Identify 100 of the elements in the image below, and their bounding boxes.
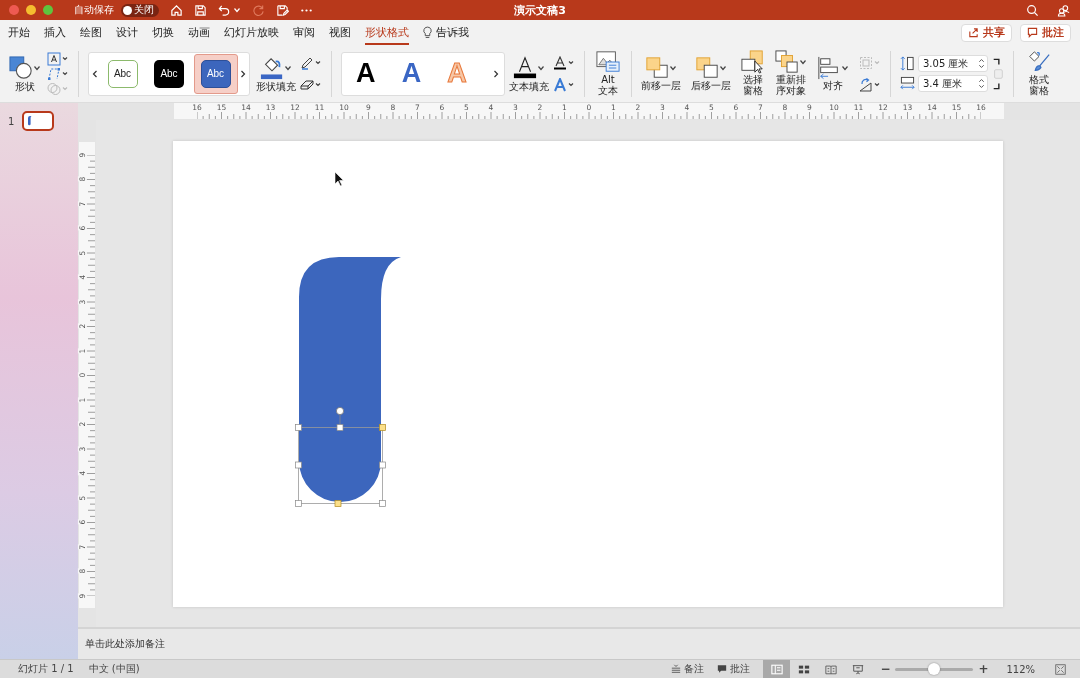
caret-icon [841,63,849,72]
width-field[interactable]: 3.4 厘米 [918,75,988,92]
presentation-icon [851,663,864,675]
ribbon-tab[interactable]: 开始 [8,20,30,45]
comments-button[interactable]: 批注 [1020,23,1071,42]
wordart-style[interactable]: A [401,58,422,89]
pen-icon[interactable] [300,55,322,70]
comment-icon [1027,27,1038,38]
ribbon-tab[interactable]: 切换 [152,20,174,45]
style-swatch: Abc [107,59,138,88]
style-swatch: Abc [200,59,231,88]
share-icon [968,27,979,38]
slide-number: 1 [8,115,15,127]
alt-text-button[interactable]: Alt 文本 [596,50,620,97]
zoom-slider-thumb[interactable] [928,662,941,675]
redo-icon [252,3,265,17]
home-icon[interactable] [170,3,183,17]
arrange-button[interactable]: 对齐 [817,55,849,92]
caret-icon [284,63,292,72]
zoom-button[interactable] [43,5,53,15]
lightbulb-icon [423,26,432,39]
ribbon-tab[interactable]: 动画 [188,20,210,45]
ribbon-tab[interactable]: 插入 [44,20,66,45]
scroll-right-icon[interactable] [492,68,499,79]
people-icon[interactable] [1057,3,1070,17]
shapes-icon [9,55,33,80]
spinner-icon[interactable] [978,57,985,70]
language-label[interactable]: 中文 (中国) [73,662,140,676]
caret-icon[interactable] [233,6,241,14]
reorder-objects-icon [775,50,799,75]
save-icon[interactable] [194,3,207,17]
caret-icon [719,63,727,72]
align-icon [817,55,841,80]
slide-thumbnail[interactable] [22,111,55,131]
rotate-icon[interactable] [859,77,881,92]
style-option[interactable]: Abc [100,53,145,94]
arrange-button[interactable]: 重新排 序对象 [775,50,807,97]
text-effects-icon[interactable] [553,77,575,92]
fit-to-window-icon[interactable] [1055,663,1066,675]
shapes-button[interactable]: 形状 [9,55,41,92]
rounded-shape[interactable] [299,256,401,502]
wordart-style[interactable]: A [356,58,376,89]
format-pane-button[interactable]: 格式 窗格 [1027,50,1051,97]
autosave-toggle[interactable]: 关闭 [121,3,159,17]
notes-pane[interactable]: 单击此处添加备注 [78,627,1080,659]
ribbon-tab[interactable]: 设计 [116,20,138,45]
image-icon [596,50,620,75]
height-field[interactable]: 3.05 厘米 [918,55,988,72]
style-swatch: Abc [154,59,184,88]
window-title: 演示文稿3 [514,2,566,18]
effects-icon[interactable] [300,77,322,92]
arrange-button[interactable]: 前移一层 [641,55,681,92]
merge-shapes-icon [47,81,69,96]
share-button[interactable]: 共享 [961,23,1012,42]
comment-icon [717,664,728,674]
slide-counter: 幻灯片 1 / 1 [17,662,74,676]
minimize-button[interactable] [26,5,36,15]
undo-icon[interactable] [218,3,231,17]
arrange-button[interactable]: 选择 窗格 [741,50,765,97]
style-option[interactable]: Abc [193,53,238,94]
bring-forward-icon [645,55,669,80]
paint-bucket-icon [260,55,284,80]
scroll-right-icon[interactable] [240,68,246,79]
text-box-icon[interactable] [47,51,69,66]
text-fill-button[interactable]: 文本填充 [509,55,549,92]
send-backward-icon [695,55,719,80]
edit-shape-icon[interactable] [47,66,69,81]
save-edit-icon[interactable] [276,3,289,17]
height-icon [900,56,915,71]
notes-button[interactable]: 备注 [671,662,705,676]
shape-fill-button[interactable]: 形状填充 [256,55,296,92]
notes-placeholder[interactable]: 单击此处添加备注 [85,637,165,651]
normal-view-icon [770,663,783,675]
spinner-icon[interactable] [978,77,985,90]
group-icon [859,55,881,70]
selection-frame[interactable] [295,406,386,507]
zoom-out-button[interactable]: − [879,662,892,676]
ribbon-tab[interactable]: 审阅 [293,20,315,45]
ribbon-tab[interactable]: 形状格式 [365,20,409,45]
caret-icon [537,63,545,72]
caret-icon [799,58,807,67]
ribbon-tab[interactable]: 视图 [329,20,351,45]
ribbon-tab[interactable]: 幻灯片放映 [224,20,279,45]
zoom-percent[interactable]: 112% [989,663,1035,675]
search-icon[interactable] [1026,3,1039,17]
caret-icon [33,63,41,72]
comments-button[interactable]: 批注 [717,662,751,676]
book-icon [824,663,837,675]
width-icon [900,76,915,91]
caret-icon [669,63,677,72]
cursor-icon [334,171,344,186]
ribbon-tab[interactable]: 绘图 [80,20,102,45]
style-option[interactable]: Abc [147,53,191,94]
text-outline-icon[interactable] [553,55,575,70]
text-fill-icon [513,55,537,80]
zoom-in-button[interactable]: + [977,662,990,676]
tell-me-button[interactable]: 告诉我 [423,25,469,40]
arrange-button[interactable]: 后移一层 [691,55,731,92]
scroll-left-icon[interactable] [92,68,98,79]
grid-view-icon [797,663,810,675]
